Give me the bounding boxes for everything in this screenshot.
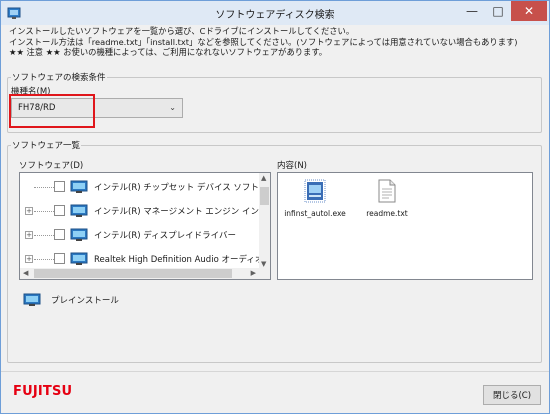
content-file-list[interactable]: infinst_autol.exe readme.txt [277, 172, 533, 280]
tree-vertical-scrollbar[interactable]: ▲ ▼ [259, 173, 270, 269]
tree-item-checkbox[interactable] [54, 253, 65, 264]
tree-horizontal-scrollbar[interactable]: ◀ ▶ [20, 268, 270, 279]
exe-file-icon [304, 179, 326, 203]
footer-divider [1, 371, 549, 372]
tree-item-label: インテル(R) マネージメント エンジン インターフェイ [94, 207, 270, 217]
tree-item-label: インテル(R) チップセット デバイス ソフトウェア [94, 183, 271, 193]
tree-item-checkbox[interactable] [54, 181, 65, 192]
file-name: infinst_autol.exe [284, 209, 346, 218]
minimize-button[interactable]: — [459, 1, 485, 21]
model-highlight-box [9, 94, 95, 128]
file-name: readme.txt [366, 209, 408, 218]
file-item[interactable]: readme.txt [354, 179, 420, 218]
scroll-left-icon[interactable]: ◀ [23, 269, 28, 277]
tree-item[interactable]: インテル(R) チップセット デバイス ソフトウェア [20, 177, 270, 197]
vertical-scroll-thumb[interactable] [260, 187, 269, 205]
instruction-line-1: インストールしたいソフトウェアを一覧から選び、Cドライブにインストールしてくださ… [9, 26, 355, 36]
software-list-title: ソフトウェア一覧 [11, 139, 82, 151]
preinstall-monitor-icon [23, 293, 41, 306]
preinstall-legend: プレインストール [51, 296, 119, 306]
tree-item-checkbox[interactable] [54, 205, 65, 216]
instructions: インストールしたいソフトウェアを一覧から選び、Cドライブにインストールしてくださ… [9, 26, 544, 58]
software-disc-search-window: ソフトウェアディスク検索 — □ ✕ インストールしたいソフトウェアを一覧から選… [0, 0, 550, 414]
search-condition-title: ソフトウェアの検索条件 [11, 71, 107, 83]
monitor-icon [70, 204, 88, 217]
title-bar[interactable]: ソフトウェアディスク検索 — □ ✕ [1, 1, 549, 25]
expand-icon[interactable]: + [25, 207, 33, 215]
text-file-icon [378, 179, 396, 203]
scroll-up-icon[interactable]: ▲ [261, 174, 266, 182]
monitor-icon [70, 180, 88, 193]
close-window-button[interactable]: ✕ [511, 1, 547, 21]
fujitsu-logo: FUJITSU [13, 384, 73, 399]
tree-item[interactable]: + インテル(R) ディスプレイドライバー [20, 225, 260, 245]
tree-item-label: インテル(R) ディスプレイドライバー [94, 231, 236, 241]
tree-item-checkbox[interactable] [54, 229, 65, 240]
horizontal-scroll-thumb[interactable] [34, 269, 232, 278]
monitor-icon [70, 228, 88, 241]
software-tree-label: ソフトウェア(D) [19, 161, 84, 171]
content-label: 内容(N) [277, 161, 307, 171]
expand-icon[interactable]: + [25, 255, 33, 263]
maximize-button[interactable]: □ [485, 1, 511, 21]
instruction-line-2: インストール方法は「readme.txt」「install.txt」などを参照し… [9, 36, 518, 47]
expand-icon[interactable]: + [25, 231, 33, 239]
tree-item-label: Realtek High Definition Audio オーディオドライバ [94, 255, 270, 265]
instruction-line-3: ★★ 注意 ★★ お使いの機種によっては、ご利用になれないソフトウェアがあります… [9, 47, 328, 57]
close-button[interactable]: 閉じる(C) [483, 385, 541, 405]
scroll-right-icon[interactable]: ▶ [251, 269, 256, 277]
tree-item[interactable]: + インテル(R) マネージメント エンジン インターフェイ [20, 201, 270, 221]
software-tree[interactable]: インテル(R) チップセット デバイス ソフトウェア + インテル(R) マネー… [19, 172, 271, 280]
monitor-icon [70, 252, 88, 265]
file-item[interactable]: infinst_autol.exe [282, 179, 348, 218]
chevron-down-icon: ⌄ [169, 103, 176, 112]
scroll-down-icon[interactable]: ▼ [261, 260, 266, 268]
tree-item[interactable]: + Realtek High Definition Audio オーディオドライ… [20, 249, 270, 269]
